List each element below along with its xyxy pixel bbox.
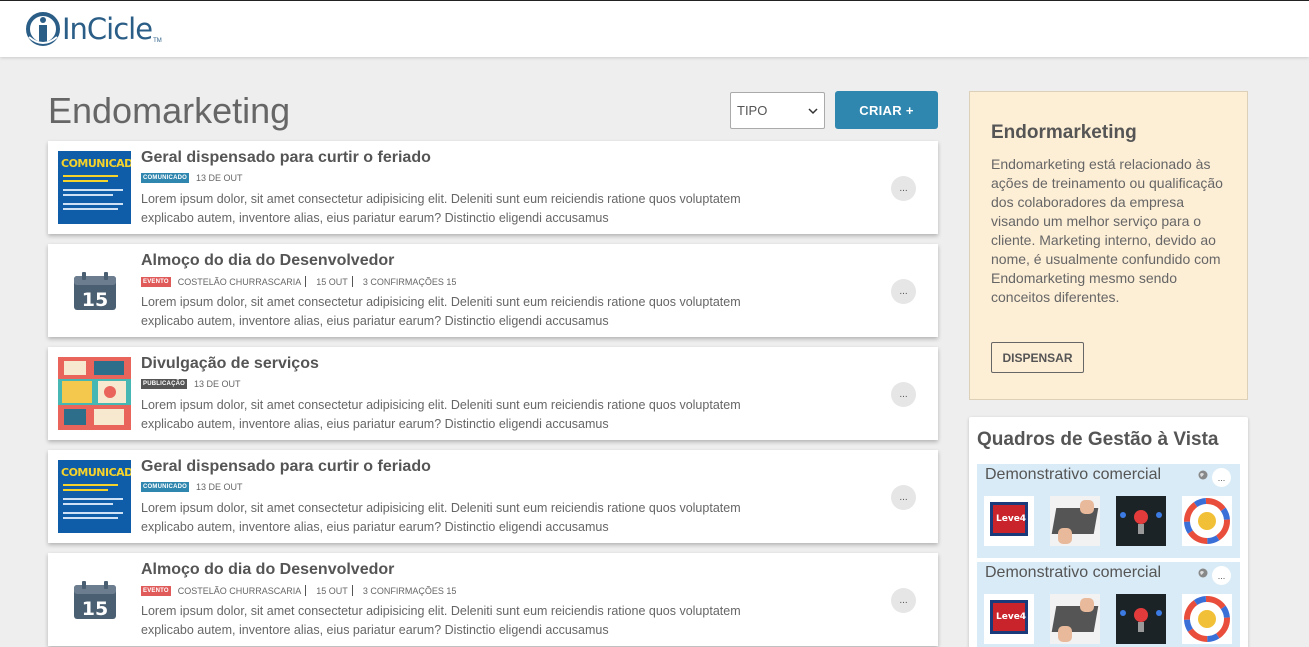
tipo-select[interactable]: TIPO [730,92,825,129]
feed-card[interactable]: Divulgação de serviços PUBLICAÇÃO 13 DE … [48,347,938,440]
type-badge: EVENTO [141,585,171,596]
meta-divider [305,276,307,287]
board-item[interactable]: Demonstrativo comercial ... Leve4 [977,464,1240,558]
circle-diagram-icon [1184,498,1230,544]
lightbulb-thumbnail [1116,496,1166,546]
criar-button[interactable]: CRIAR + [835,91,938,129]
dismiss-button[interactable]: DISPENSAR [991,342,1084,373]
calendar-icon: 15 [73,271,116,311]
logo-mark-icon [26,12,60,46]
globe-icon [1198,470,1208,480]
board-thumbnails: Leve4 [984,496,1232,546]
thumbnail-word: COMUNICADO [61,466,131,479]
publicacao-thumbnail [58,357,131,430]
event-confirmations[interactable]: 3 CONFIRMAÇÕES 15 [363,277,457,287]
card-body: Lorem ipsum dolor, sit amet consectetur … [141,501,741,534]
top-header: InCicle TM [0,0,1309,57]
feed-card[interactable]: 15 Almoço do dia do Desenvolvedor EVENTO… [48,553,938,646]
card-date: 15 OUT [316,276,348,287]
feed-card[interactable]: 15 Almoço do dia do Desenvolvedor EVENTO… [48,244,938,337]
type-badge: PUBLICAÇÃO [141,379,187,389]
leve4-text: Leve4 [996,514,1027,524]
feed-card[interactable]: COMUNICADO Geral dispensado para curtir … [48,141,938,234]
card-date: 13 DE OUT [196,482,243,492]
lightbulb-thumbnail [1116,594,1166,644]
card-meta: PUBLICAÇÃO 13 DE OUT [141,379,245,389]
circle-diagram-icon [1184,596,1230,642]
card-meta: EVENTO COSTELÃO CHURRASCARIA 15 OUT 3 CO… [141,276,460,287]
more-options-button[interactable]: ... [891,176,916,201]
more-options-button[interactable]: ... [891,485,916,510]
more-options-button[interactable]: ... [891,588,916,613]
board-more-button[interactable]: ... [1212,468,1231,487]
circle-diagram-thumbnail [1182,496,1232,546]
calendar-thumbnail: 15 [58,254,131,327]
endomarketing-info-box: Endormarketing Endomarketing está relaci… [969,91,1248,400]
event-place: COSTELÃO CHURRASCARIA [177,276,302,287]
event-place: COSTELÃO CHURRASCARIA [177,585,302,596]
feed-card[interactable]: COMUNICADO Geral dispensado para curtir … [48,450,938,543]
calendar-day: 15 [81,598,107,620]
card-body: Lorem ipsum dolor, sit amet consectetur … [141,295,741,328]
board-more-button[interactable]: ... [1212,566,1231,585]
meta-divider [351,585,353,596]
info-text: Endomarketing está relacionado às ações … [991,156,1223,305]
endomarketing-feed: COMUNICADO Geral dispensado para curtir … [48,141,938,647]
meta-divider [305,585,307,596]
leve4-text: Leve4 [996,612,1027,622]
leve4-thumbnail: Leve4 [984,594,1034,644]
board-item[interactable]: Demonstrativo comercial ... Leve4 [977,562,1240,647]
thumbnail-word: COMUNICADO [61,157,131,170]
comunicado-thumbnail: COMUNICADO [58,151,131,224]
card-meta: COMUNICADO 13 DE OUT [141,482,247,492]
more-options-button[interactable]: ... [891,279,916,304]
globe-icon [1198,568,1208,578]
tipo-select-value: TIPO [737,103,768,118]
calendar-day: 15 [81,289,107,311]
card-date: 15 OUT [316,585,348,596]
type-badge: COMUNICADO [141,173,189,183]
logo-text: InCicle [62,12,153,46]
board-title: Demonstrativo comercial [985,564,1162,581]
card-title[interactable]: Divulgação de serviços [141,355,319,373]
card-body: Lorem ipsum dolor, sit amet consectetur … [141,398,741,431]
comunicado-thumbnail: COMUNICADO [58,460,131,533]
type-badge: EVENTO [141,276,171,287]
type-badge: COMUNICADO [141,482,189,492]
card-body: Lorem ipsum dolor, sit amet consectetur … [141,604,741,637]
board-thumbnails: Leve4 [984,594,1232,644]
more-options-button[interactable]: ... [891,382,916,407]
leve4-thumbnail: Leve4 [984,496,1034,546]
calendar-icon: 15 [73,580,116,620]
chevron-down-icon [808,107,818,114]
calendar-thumbnail: 15 [58,563,131,636]
logo-trademark: TM [153,38,162,44]
card-title[interactable]: Geral dispensado para curtir o feriado [141,149,431,167]
boards-panel: Quadros de Gestão à Vista Demonstrativo … [969,417,1248,647]
info-title: Endormarketing [991,122,1137,143]
card-title[interactable]: Almoço do dia do Desenvolvedor [141,252,394,270]
boards-panel-title: Quadros de Gestão à Vista [977,429,1219,450]
event-confirmations[interactable]: 3 CONFIRMAÇÕES 15 [363,586,457,596]
card-title[interactable]: Almoço do dia do Desenvolvedor [141,561,394,579]
board-title: Demonstrativo comercial [985,466,1162,483]
circle-diagram-thumbnail [1182,594,1232,644]
laptop-thumbnail [1050,496,1100,546]
card-meta: EVENTO COSTELÃO CHURRASCARIA 15 OUT 3 CO… [141,585,460,596]
card-body: Lorem ipsum dolor, sit amet consectetur … [141,192,741,225]
publication-illustration [58,357,131,430]
card-date: 13 DE OUT [194,379,241,389]
meta-divider [351,276,353,287]
card-meta: COMUNICADO 13 DE OUT [141,173,247,183]
page-title: Endomarketing [48,90,291,131]
incicle-logo[interactable]: InCicle TM [25,9,162,49]
card-title[interactable]: Geral dispensado para curtir o feriado [141,458,431,476]
laptop-thumbnail [1050,594,1100,644]
card-date: 13 DE OUT [196,173,243,183]
